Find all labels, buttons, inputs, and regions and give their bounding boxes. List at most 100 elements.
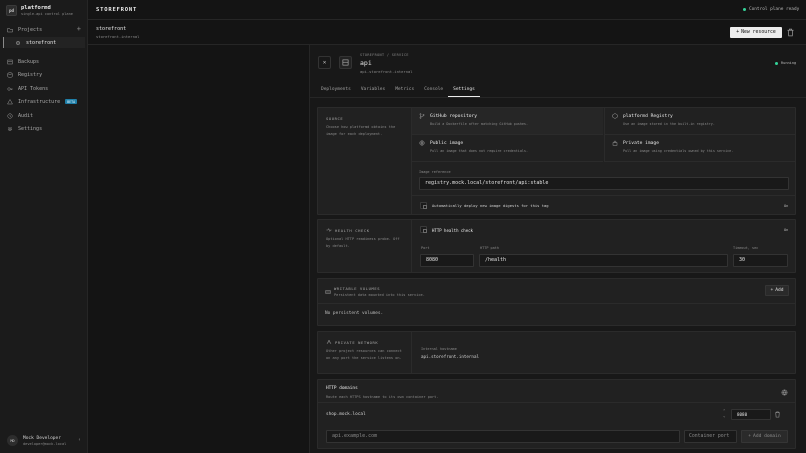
image-reference-label: Image reference	[419, 170, 451, 174]
new-domain-port-input[interactable]: Container port	[684, 430, 737, 443]
sidebar-item-storefront[interactable]: storefront	[3, 37, 85, 48]
new-resource-button[interactable]: + New resource	[730, 27, 782, 38]
close-icon: ✕	[322, 59, 327, 66]
volumes-empty: No persistent volumes.	[325, 311, 384, 316]
sidebar-item-settings[interactable]: Settings	[0, 123, 88, 134]
source-option-public[interactable]: Public image Pull an image that does not…	[412, 135, 603, 162]
http-domains-card: HTTP domains Route each HTTPS hostname t…	[317, 379, 796, 449]
volumes-desc: Persistent data mounted into this servic…	[334, 293, 425, 297]
add-domain-label: Add domain	[753, 434, 781, 439]
option-title: Public image	[430, 141, 464, 146]
trash-icon[interactable]	[786, 28, 795, 37]
volumes-card: WRITABLE VOLUMES Persistent data mounted…	[317, 278, 796, 326]
tab-metrics[interactable]: Metrics	[390, 84, 419, 97]
avatar[interactable]: MD	[7, 435, 18, 446]
health-check-desc: Optional HTTP readiness probe. Off by de…	[326, 237, 400, 248]
domain-host: shop.mock.local	[326, 412, 366, 417]
image-reference-input[interactable]: registry.mock.local/storefront/api:stabl…	[419, 177, 789, 190]
sidebar-item-label: Infrastructure	[18, 98, 61, 105]
audit-icon	[7, 113, 13, 119]
option-desc: Pull an image using credentials owned by…	[623, 148, 734, 153]
internal-hostname-value: api.storefront.internal	[421, 354, 479, 359]
close-panel-button[interactable]: ✕	[318, 56, 331, 69]
user-name: Mock Developer	[23, 436, 61, 441]
user-email: developer@mock.local	[23, 442, 67, 446]
timeout-label: Timeout, sec	[733, 246, 759, 250]
sidebar-item-label: Backups	[18, 58, 40, 65]
new-domain-input[interactable]: api.example.com	[326, 430, 680, 443]
plus-icon: +	[736, 30, 740, 35]
brand-logo: pd	[6, 5, 17, 16]
source-desc: Choose how platformd obtains the image f…	[326, 125, 396, 136]
brand-tagline: single-api control plane	[21, 11, 73, 16]
topbar: STOREFRONT Control plane ready	[88, 0, 806, 20]
http-health-check-label: HTTP health check	[432, 227, 473, 233]
tabs: Deployments Variables Metrics Console Se…	[316, 84, 480, 98]
control-plane-status: Control plane ready	[749, 6, 800, 12]
sidebar-item-label: Audit	[18, 112, 34, 119]
chevron-left-icon[interactable]: ‹	[78, 437, 81, 443]
breadcrumb: STOREFRONT / SERVICE	[360, 52, 409, 57]
sidebar-item-backups[interactable]: Backups	[0, 56, 88, 67]
option-desc: Use an image stored in the built-in regi…	[623, 121, 715, 126]
sidebar-item-label: storefront	[26, 39, 57, 46]
port-label: Port	[421, 246, 430, 250]
sidebar-item-api-tokens[interactable]: API Tokens	[0, 83, 88, 94]
add-volume-button[interactable]: + Add	[765, 285, 789, 296]
option-title: platformd Registry	[623, 114, 673, 119]
tab-deployments[interactable]: Deployments	[316, 84, 356, 97]
autodeploy-state[interactable]: On	[784, 204, 788, 208]
sidebar-item-label: Registry	[18, 71, 43, 78]
tab-console[interactable]: Console	[419, 84, 448, 97]
service-name: api	[360, 59, 372, 67]
storage-icon	[325, 289, 331, 295]
private-network-card: PRIVATE NETWORK Other project resources …	[317, 331, 796, 374]
source-option-registry[interactable]: platformd Registry Use an image stored i…	[604, 108, 795, 135]
http-path-input[interactable]: /health	[479, 254, 728, 267]
divider	[318, 402, 795, 403]
http-domains-title: HTTP domains	[326, 386, 358, 391]
trash-icon[interactable]	[774, 411, 781, 418]
plus-icon: +	[748, 434, 752, 439]
health-check-title: HEALTH CHECK	[335, 228, 370, 233]
autodeploy-checkbox[interactable]	[420, 202, 427, 209]
status-badge: Running	[781, 61, 797, 65]
sidebar-item-registry[interactable]: Registry	[0, 69, 88, 80]
source-title: SOURCE	[326, 116, 344, 121]
port-stepper[interactable]: ⌃ ⌄	[723, 408, 725, 418]
source-option-github[interactable]: GitHub repository Build a Dockerfile aft…	[412, 108, 603, 135]
source-card: SOURCE Choose how platformd obtains the …	[317, 107, 796, 215]
tab-variables[interactable]: Variables	[356, 84, 390, 97]
autodeploy-label: Automatically deploy new image digests f…	[432, 203, 549, 208]
sidebar-item-projects[interactable]: Projects +	[0, 24, 88, 35]
service-icon	[339, 56, 352, 69]
source-option-private[interactable]: Private image Pull an image using creden…	[604, 135, 795, 162]
add-project-button[interactable]: +	[77, 24, 81, 35]
branch-icon	[419, 113, 425, 119]
private-network-desc: Other project resources can connect on a…	[326, 349, 402, 360]
port-input[interactable]: 8080	[420, 254, 474, 267]
sidebar-item-infrastructure[interactable]: Infrastructure BETA	[0, 96, 88, 107]
globe-icon	[419, 140, 425, 146]
domain-port-input[interactable]: 8080	[731, 409, 771, 420]
add-volume-label: Add	[775, 288, 784, 293]
sidebar-item-audit[interactable]: Audit	[0, 110, 88, 121]
folder-icon	[7, 27, 13, 33]
option-title: GitHub repository	[430, 114, 478, 119]
option-desc: Build a Dockerfile after matching GitHub…	[430, 121, 528, 126]
tab-settings[interactable]: Settings	[448, 84, 480, 97]
add-domain-button[interactable]: + Add domain	[741, 430, 788, 443]
lock-icon	[612, 140, 618, 146]
status-dot	[743, 8, 746, 11]
heartbeat-icon	[326, 227, 332, 233]
http-health-check-state[interactable]: On	[784, 228, 788, 232]
option-title: Private image	[623, 141, 659, 146]
http-health-check-checkbox[interactable]	[420, 226, 427, 233]
network-icon	[326, 339, 332, 345]
http-domains-desc: Route each HTTPS hostname to its own con…	[326, 394, 439, 399]
registry-icon	[612, 113, 618, 119]
divider	[318, 303, 795, 304]
divider	[412, 195, 796, 196]
timeout-input[interactable]: 30	[733, 254, 788, 267]
globe-icon[interactable]	[781, 389, 788, 396]
